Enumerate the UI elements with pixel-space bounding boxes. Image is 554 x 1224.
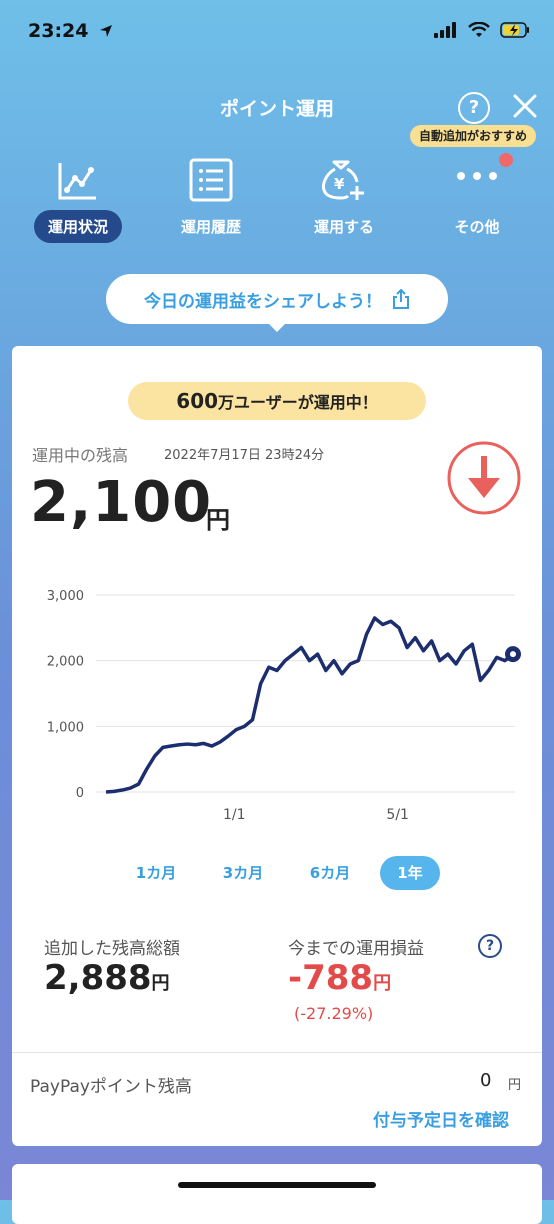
users-count: 600 <box>176 389 219 413</box>
tab-status[interactable]: 運用状況 <box>13 150 143 243</box>
x-tick-label: 5/1 <box>386 807 409 823</box>
balance-line-chart: 3,000 2,000 1,000 0 1/1 5/1 <box>47 589 521 823</box>
list-icon <box>189 158 233 202</box>
more-dots-icon <box>457 172 497 180</box>
money-bag-add-icon: ¥ <box>322 160 364 200</box>
tab-invest-label: 運用する <box>313 218 374 236</box>
paypay-points-label: PayPayポイント残高 <box>30 1077 192 1097</box>
period-3months[interactable]: 3カ月 <box>213 856 273 890</box>
users-text: 万ユーザーが運用中！ <box>218 393 378 412</box>
balance-unit: 円 <box>206 506 230 534</box>
profit-loss-percent: (-27.29%) <box>294 1004 374 1023</box>
profit-loss-unit: 円 <box>373 973 392 994</box>
current-point-center <box>510 651 516 658</box>
period-1month[interactable]: 1カ月 <box>126 856 186 890</box>
status-indicators <box>434 22 530 38</box>
tab-status-label: 運用状況 <box>33 210 122 243</box>
y-tick-label: 1,000 <box>47 720 84 735</box>
y-tick-label: 0 <box>76 786 84 801</box>
help-button[interactable]: ? <box>458 92 490 124</box>
period-6months[interactable]: 6カ月 <box>300 856 360 890</box>
added-total-unit: 円 <box>151 973 170 994</box>
balance-label: 運用中の残高 <box>32 446 129 465</box>
series-line <box>105 616 515 794</box>
tab-history[interactable]: 運用履歴 <box>146 150 276 243</box>
status-time: 23:24 <box>28 20 113 42</box>
tab-invest[interactable]: ¥ 運用する <box>279 150 409 243</box>
paypay-points-unit: 円 <box>508 1078 522 1093</box>
close-icon[interactable] <box>511 92 539 120</box>
notification-dot <box>499 153 513 167</box>
tab-history-label: 運用履歴 <box>180 218 241 236</box>
next-card <box>12 1164 542 1224</box>
share-icon <box>393 289 409 309</box>
profit-loss: -788円 <box>288 958 391 998</box>
svg-text:¥: ¥ <box>334 175 345 193</box>
added-total-value: 2,888 <box>44 958 152 998</box>
divider <box>12 1052 542 1053</box>
down-arrow-icon <box>447 441 521 515</box>
wifi-icon <box>468 22 490 37</box>
share-label: 今日の運用益をシェアしよう！ <box>144 291 382 312</box>
paypay-points-value: 0 <box>480 1070 492 1091</box>
location-arrow-icon <box>100 25 113 37</box>
status-time-text: 23:24 <box>28 20 89 42</box>
y-tick-label: 3,000 <box>47 589 84 604</box>
users-badge: 600万ユーザーが運用中！ <box>128 382 426 420</box>
added-total: 2,888円 <box>44 958 170 998</box>
help-icon[interactable]: ? <box>478 934 502 958</box>
profit-loss-value: -788 <box>288 958 374 998</box>
auto-add-recommend-badge[interactable]: 自動追加がおすすめ <box>410 125 537 147</box>
added-total-label: 追加した残高総額 <box>44 939 180 959</box>
period-1year[interactable]: 1年 <box>380 856 440 890</box>
share-button[interactable]: 今日の運用益をシェアしよう！ <box>106 274 448 332</box>
balance-value: 2,100 <box>30 470 213 535</box>
signal-icon <box>434 22 456 38</box>
tab-other[interactable]: その他 <box>412 150 542 243</box>
x-tick-label: 1/1 <box>223 807 246 823</box>
confirm-grant-date-link[interactable]: 付与予定日を確認 <box>373 1106 509 1131</box>
line-chart-icon <box>58 163 96 200</box>
home-indicator[interactable] <box>178 1182 376 1188</box>
tab-other-label: その他 <box>454 218 500 236</box>
profit-loss-label: 今までの運用損益 <box>288 939 424 959</box>
y-tick-label: 2,000 <box>47 655 84 670</box>
balance-date: 2022年7月17日 23時24分 <box>164 448 325 463</box>
battery-charging-icon <box>500 22 529 38</box>
